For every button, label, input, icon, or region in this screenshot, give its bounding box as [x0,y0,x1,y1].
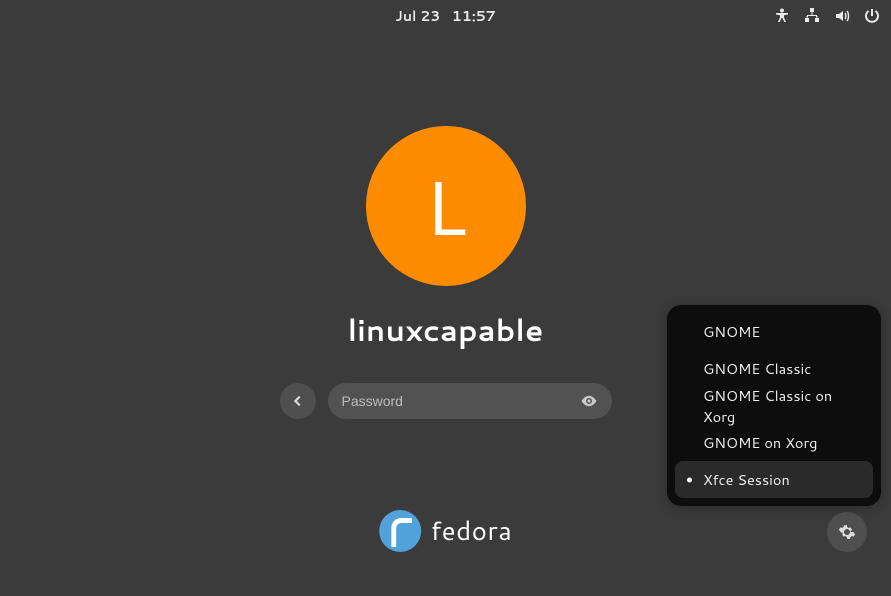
session-item-gnome-xorg[interactable]: GNOME on Xorg [675,424,873,461]
session-item-gnome[interactable]: GNOME [675,313,873,350]
clock-date: Jul 23 [395,6,440,26]
avatar-initial: L [424,153,466,260]
session-label: GNOME on Xorg [703,432,817,453]
clock[interactable]: Jul 23 11:57 [395,6,495,26]
password-row [280,383,612,419]
session-label: GNOME Classic [703,358,811,379]
power-icon[interactable] [863,7,881,25]
session-settings-button[interactable] [827,512,867,552]
back-button[interactable] [280,383,316,419]
session-label: GNOME [703,321,760,342]
login-panel: L linuxcapable [280,126,612,419]
chevron-left-icon [291,394,305,408]
volume-icon[interactable] [833,7,851,25]
user-avatar: L [366,126,526,286]
network-icon[interactable] [803,7,821,25]
accessibility-icon[interactable] [773,7,791,25]
session-item-xfce[interactable]: Xfce Session [675,461,873,498]
username-label: linuxcapable [348,308,544,351]
gear-icon [838,523,856,541]
distro-name: fedora [431,513,513,549]
top-bar: Jul 23 11:57 [0,0,891,32]
clock-time: 11:57 [452,6,496,26]
distro-branding: fedora [379,510,513,552]
session-item-gnome-classic-xorg[interactable]: GNOME Classic on Xorg [675,387,873,424]
fedora-logo-icon [379,510,421,552]
password-input[interactable] [342,393,572,409]
session-label: GNOME Classic on Xorg [703,385,861,427]
session-label: Xfce Session [703,469,790,490]
system-tray[interactable] [773,0,881,32]
reveal-password-icon[interactable] [580,392,598,410]
session-menu: GNOME GNOME Classic GNOME Classic on Xor… [667,305,881,506]
password-field-wrap [328,383,612,419]
session-item-gnome-classic[interactable]: GNOME Classic [675,350,873,387]
